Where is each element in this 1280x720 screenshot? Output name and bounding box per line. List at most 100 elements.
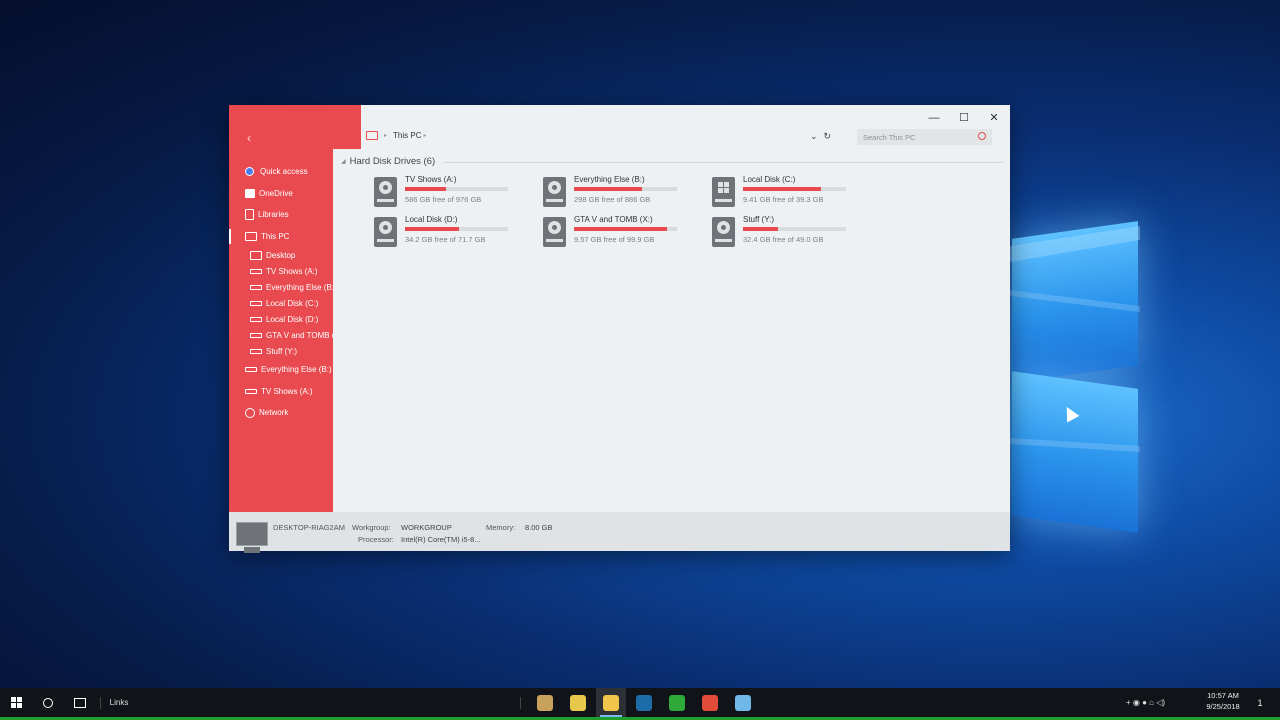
camtasia-button[interactable]	[662, 688, 692, 717]
details-pane: DESKTOP-RIAG2AM Workgroup: WORKGROUP Mem…	[229, 512, 1010, 553]
drive-icon	[250, 332, 262, 338]
start-button[interactable]	[4, 688, 28, 717]
drive-icon	[250, 284, 262, 290]
clock[interactable]: 10:57 AM 9/25/2018	[1198, 690, 1248, 712]
wallpaper-pane-bottom	[1012, 371, 1138, 533]
drive-free-space: 586 GB free of 976 GB	[405, 195, 482, 204]
history-dropdown-icon[interactable]: ⌄	[810, 131, 818, 142]
hard-drive-icon	[374, 177, 397, 207]
sidebar-item-label: Quick access	[260, 167, 308, 177]
drive-tile[interactable]: Everything Else (B:) 298 GB free of 886 G…	[543, 175, 703, 211]
sidebar-item[interactable]: OneDrive	[229, 183, 333, 205]
sidebar-item-label: OneDrive	[259, 188, 293, 198]
sidebar-item-label: This PC	[261, 231, 290, 241]
hard-drive-icon	[543, 217, 566, 247]
drive-tile[interactable]: Stuff (Y:) 32.4 GB free of 49.0 GB	[712, 215, 872, 251]
drive-free-space: 32.4 GB free of 49.0 GB	[743, 235, 824, 244]
address-bar[interactable]: ▸ This PC ▸	[366, 131, 432, 140]
disc-icon	[379, 221, 392, 234]
drive-slot	[715, 239, 732, 242]
sidebar-item[interactable]: Everything Else (B:)	[229, 279, 333, 295]
disc-icon	[548, 181, 561, 194]
drive-icon	[250, 348, 262, 354]
sidebar-item[interactable]: Everything Else (B:)	[229, 359, 333, 381]
collapse-icon[interactable]: ◢	[341, 158, 346, 165]
drive-tile[interactable]: GTA V and TOMB (X:) 9.57 GB free of 99.9 …	[543, 215, 703, 251]
desktop-icon	[250, 250, 262, 260]
drive-tile[interactable]: Local Disk (D:) 34.2 GB free of 71.7 GB	[374, 215, 534, 251]
navigation-pane-header	[333, 105, 361, 149]
minimize-button[interactable]: —	[920, 109, 948, 127]
drive-tile[interactable]: TV Shows (A:) 586 GB free of 976 GB	[374, 175, 534, 211]
sidebar-item[interactable]: TV Shows (A:)	[229, 263, 333, 279]
hard-drive-icon	[712, 217, 735, 247]
folder-icon	[245, 188, 255, 198]
sidebar-item-label: Local Disk (C:)	[266, 298, 319, 308]
close-button[interactable]: ✕	[980, 109, 1008, 127]
drive-tile[interactable]: Local Disk (C:) 9.41 GB free of 39.3 GB	[712, 175, 872, 211]
drive-slot	[715, 199, 732, 202]
camtasia-icon	[669, 694, 685, 711]
drive-usage-fill	[405, 187, 447, 191]
back-button[interactable]: ‹	[247, 131, 251, 145]
hard-drive-icon	[374, 217, 397, 247]
sidebar-item[interactable]: Quick access	[229, 161, 333, 183]
notepad-button[interactable]	[728, 688, 758, 717]
notepad-icon	[735, 694, 751, 711]
task-view-button[interactable]	[68, 688, 92, 717]
drive-free-space: 9.57 GB free of 99.9 GB	[574, 235, 655, 244]
notification-count: 1	[1257, 697, 1263, 708]
sidebar-item[interactable]: Network	[229, 402, 333, 424]
drive-usage-bar	[743, 227, 846, 231]
hard-disk-drives-group[interactable]: ◢ Hard Disk Drives (6)	[341, 156, 435, 167]
drive-usage-bar	[743, 187, 846, 191]
maximize-button[interactable]: ☐	[950, 109, 978, 127]
search-icon	[978, 132, 986, 140]
workgroup-value: WORKGROUP	[401, 523, 452, 532]
cortana-button[interactable]	[36, 688, 60, 717]
sidebar-item[interactable]: GTA V and TOMB (X:)	[229, 327, 333, 343]
drive-icon	[250, 300, 262, 306]
network-icon	[245, 407, 255, 418]
drive-slot	[546, 239, 563, 242]
file-explorer-icon	[603, 694, 619, 711]
file-explorer-window: ‹ Quick access OneDrive Libraries This PC De…	[229, 105, 1010, 553]
steam-button[interactable]	[629, 688, 659, 717]
drive-free-space: 34.2 GB free of 71.7 GB	[405, 235, 486, 244]
tray-icons[interactable]: + ◉ ● ⌂ ◁)	[1126, 698, 1165, 707]
task-view-icon	[74, 697, 86, 708]
sidebar-item-label: Everything Else (B:)	[261, 365, 332, 375]
file-explorer-button[interactable]	[596, 688, 626, 717]
section-title: Hard Disk Drives (6)	[349, 156, 436, 167]
section-divider	[443, 162, 1003, 163]
tools-app-icon	[570, 694, 586, 711]
paint-app-icon	[537, 694, 553, 711]
tools-app-button[interactable]	[563, 688, 593, 717]
chrome-button[interactable]	[695, 688, 725, 717]
action-center-icon[interactable]: 1	[1252, 688, 1268, 717]
workgroup-label: Workgroup:	[352, 523, 391, 532]
sidebar-item-label: TV Shows (A:)	[266, 266, 318, 276]
search-input[interactable]: Search This PC	[857, 129, 992, 145]
address-chevron-icon[interactable]: ▸	[384, 132, 387, 139]
drive-usage-fill	[743, 227, 779, 231]
refresh-icon[interactable]: ↻	[824, 131, 832, 142]
sidebar-item[interactable]: TV Shows (A:)	[229, 381, 333, 403]
sidebar-item-label: Everything Else (B:)	[266, 282, 333, 292]
sidebar-item[interactable]: Desktop	[229, 247, 333, 263]
links-toolbar[interactable]: Links	[108, 688, 130, 717]
paint-app-button[interactable]	[530, 688, 560, 717]
system-tray[interactable]: + ◉ ● ⌂ ◁)	[1126, 688, 1165, 717]
search-placeholder: Search This PC	[863, 132, 916, 142]
sidebar-item[interactable]: Local Disk (D:)	[229, 311, 333, 327]
pc-icon	[245, 231, 257, 241]
address-chevron-icon[interactable]: ▸	[423, 132, 426, 139]
drive-icon	[250, 316, 262, 322]
sidebar-item[interactable]: Local Disk (C:)	[229, 295, 333, 311]
sidebar-item[interactable]: Libraries	[229, 204, 333, 226]
taskbar: Links + ◉ ● ⌂ ◁) 10:57 AM 9/25/2018 1	[0, 688, 1280, 720]
sidebar-item[interactable]: This PC	[229, 226, 333, 248]
sidebar-item[interactable]: Stuff (Y:)	[229, 343, 333, 359]
sidebar-item-label: Desktop	[266, 250, 296, 260]
cortana-icon	[43, 697, 53, 708]
